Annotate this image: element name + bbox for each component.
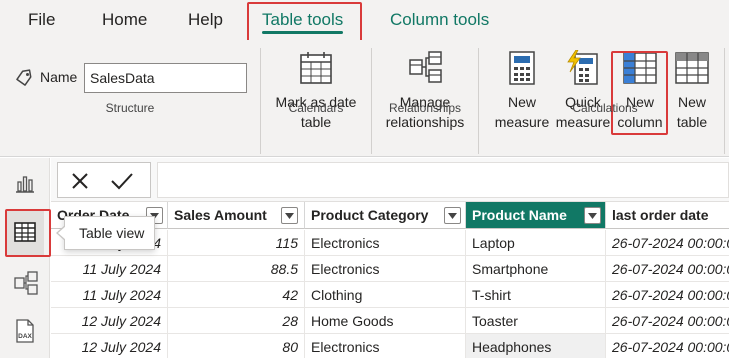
calculator-icon bbox=[509, 51, 535, 85]
relationships-icon bbox=[409, 51, 442, 83]
quick-calculator-icon bbox=[567, 50, 598, 85]
tab-column-tools[interactable]: Column tools bbox=[390, 0, 489, 40]
cell-last-order-date[interactable]: 26-07-2024 00:00:00 bbox=[606, 256, 729, 282]
column-header-last-order-date[interactable]: last order date bbox=[606, 202, 729, 229]
tag-icon bbox=[16, 69, 32, 86]
mark-as-date-table-button[interactable]: Mark as date table bbox=[268, 50, 364, 132]
filter-dropdown-button[interactable] bbox=[584, 207, 601, 224]
tab-help[interactable]: Help bbox=[188, 0, 223, 40]
formula-input[interactable] bbox=[157, 162, 729, 198]
cell-last-order-date[interactable]: 26-07-2024 00:00:00 bbox=[606, 230, 729, 256]
manage-relationships-label-2: relationships bbox=[385, 114, 465, 130]
table-name-input[interactable] bbox=[84, 63, 247, 93]
column-header-product-category[interactable]: Product Category bbox=[305, 202, 466, 229]
tab-home[interactable]: Home bbox=[102, 0, 147, 40]
cell-product-name[interactable]: Laptop bbox=[466, 230, 606, 256]
table-view-icon[interactable] bbox=[13, 220, 37, 244]
new-table-label-1: New bbox=[677, 94, 706, 110]
calendars-group-label: Calendars bbox=[288, 101, 344, 115]
column-header-label: Sales Amount bbox=[174, 207, 267, 223]
ribbon-separator bbox=[478, 48, 479, 154]
calendar-icon bbox=[300, 52, 332, 84]
cell-order-date[interactable]: 11 July 2024 bbox=[51, 282, 168, 308]
tab-file[interactable]: File bbox=[28, 0, 55, 40]
model-view-icon[interactable] bbox=[13, 271, 39, 295]
new-measure-button[interactable]: New measure bbox=[490, 50, 554, 132]
new-measure-label-1: New bbox=[507, 94, 536, 110]
cell-order-date[interactable]: 11 July 2024 bbox=[51, 256, 168, 282]
cell-order-date[interactable]: 12 July 2024 bbox=[51, 334, 168, 358]
cell-product-category[interactable]: Electronics bbox=[305, 256, 466, 282]
filter-dropdown-button[interactable] bbox=[444, 207, 461, 224]
cell-product-category[interactable]: Clothing bbox=[305, 282, 466, 308]
cell-sales-amount[interactable]: 28 bbox=[168, 308, 305, 334]
filter-dropdown-button[interactable] bbox=[281, 207, 298, 224]
cell-product-name[interactable]: Toaster bbox=[466, 308, 606, 334]
formula-bar bbox=[51, 158, 729, 202]
cell-product-category[interactable]: Electronics bbox=[305, 230, 466, 256]
menu-bar: File Home Help Table tools Column tools bbox=[0, 0, 729, 40]
cell-product-name[interactable]: Smartphone bbox=[466, 256, 606, 282]
calculations-group-label: Calculations bbox=[572, 101, 638, 115]
mark-as-date-label-2: table bbox=[300, 114, 332, 130]
new-table-button[interactable]: New table bbox=[670, 50, 714, 132]
cell-last-order-date[interactable]: 26-07-2024 00:00:00 bbox=[606, 282, 729, 308]
manage-relationships-button[interactable]: Manage relationships bbox=[378, 50, 472, 132]
quick-measure-button[interactable]: Quick measure bbox=[554, 50, 612, 132]
column-header-product-name[interactable]: Product Name bbox=[466, 202, 606, 229]
structure-group-label: Structure bbox=[105, 101, 155, 115]
tab-table-tools[interactable]: Table tools bbox=[262, 0, 344, 40]
cell-last-order-date[interactable]: 26-07-2024 00:00:00 bbox=[606, 334, 729, 358]
cell-sales-amount[interactable]: 42 bbox=[168, 282, 305, 308]
cell-sales-amount[interactable]: 80 bbox=[168, 334, 305, 358]
close-icon[interactable] bbox=[70, 171, 90, 191]
chevron-down-icon bbox=[285, 213, 294, 219]
report-view-icon[interactable] bbox=[13, 172, 37, 194]
column-header-label: last order date bbox=[612, 207, 709, 223]
cell-product-category[interactable]: Home Goods bbox=[305, 308, 466, 334]
dax-query-view-icon[interactable]: DAX bbox=[13, 318, 37, 344]
quick-measure-label-2: measure bbox=[555, 114, 611, 130]
new-column-icon bbox=[623, 52, 657, 84]
cell-product-name[interactable]: Headphones bbox=[466, 334, 606, 358]
cell-product-category[interactable]: Electronics bbox=[305, 334, 466, 358]
cell-sales-amount[interactable]: 88.5 bbox=[168, 256, 305, 282]
ribbon-separator bbox=[724, 48, 725, 154]
name-label: Name bbox=[40, 69, 78, 85]
ribbon-separator bbox=[371, 48, 372, 154]
chevron-down-icon bbox=[448, 213, 457, 219]
column-header-label: Product Category bbox=[311, 207, 429, 223]
formula-buttons bbox=[57, 162, 151, 198]
cell-sales-amount[interactable]: 115 bbox=[168, 230, 305, 256]
relationships-group-label: Relationships bbox=[388, 101, 462, 115]
column-header-label: Product Name bbox=[472, 207, 567, 223]
cell-order-date[interactable]: 12 July 2024 bbox=[51, 308, 168, 334]
checkmark-icon[interactable] bbox=[110, 171, 134, 191]
new-column-label-2: column bbox=[617, 114, 663, 130]
new-table-icon bbox=[675, 52, 709, 84]
svg-text:DAX: DAX bbox=[18, 333, 32, 340]
chevron-down-icon bbox=[588, 213, 597, 219]
new-column-button[interactable]: New column bbox=[612, 50, 668, 132]
column-header-sales-amount[interactable]: Sales Amount bbox=[168, 202, 305, 229]
cell-product-name[interactable]: T-shirt bbox=[466, 282, 606, 308]
new-measure-label-2: measure bbox=[494, 114, 550, 130]
cell-last-order-date[interactable]: 26-07-2024 00:00:00 bbox=[606, 308, 729, 334]
new-table-label-2: table bbox=[676, 114, 708, 130]
table-view-tooltip: Table view bbox=[56, 216, 155, 250]
ribbon-separator bbox=[260, 48, 261, 154]
